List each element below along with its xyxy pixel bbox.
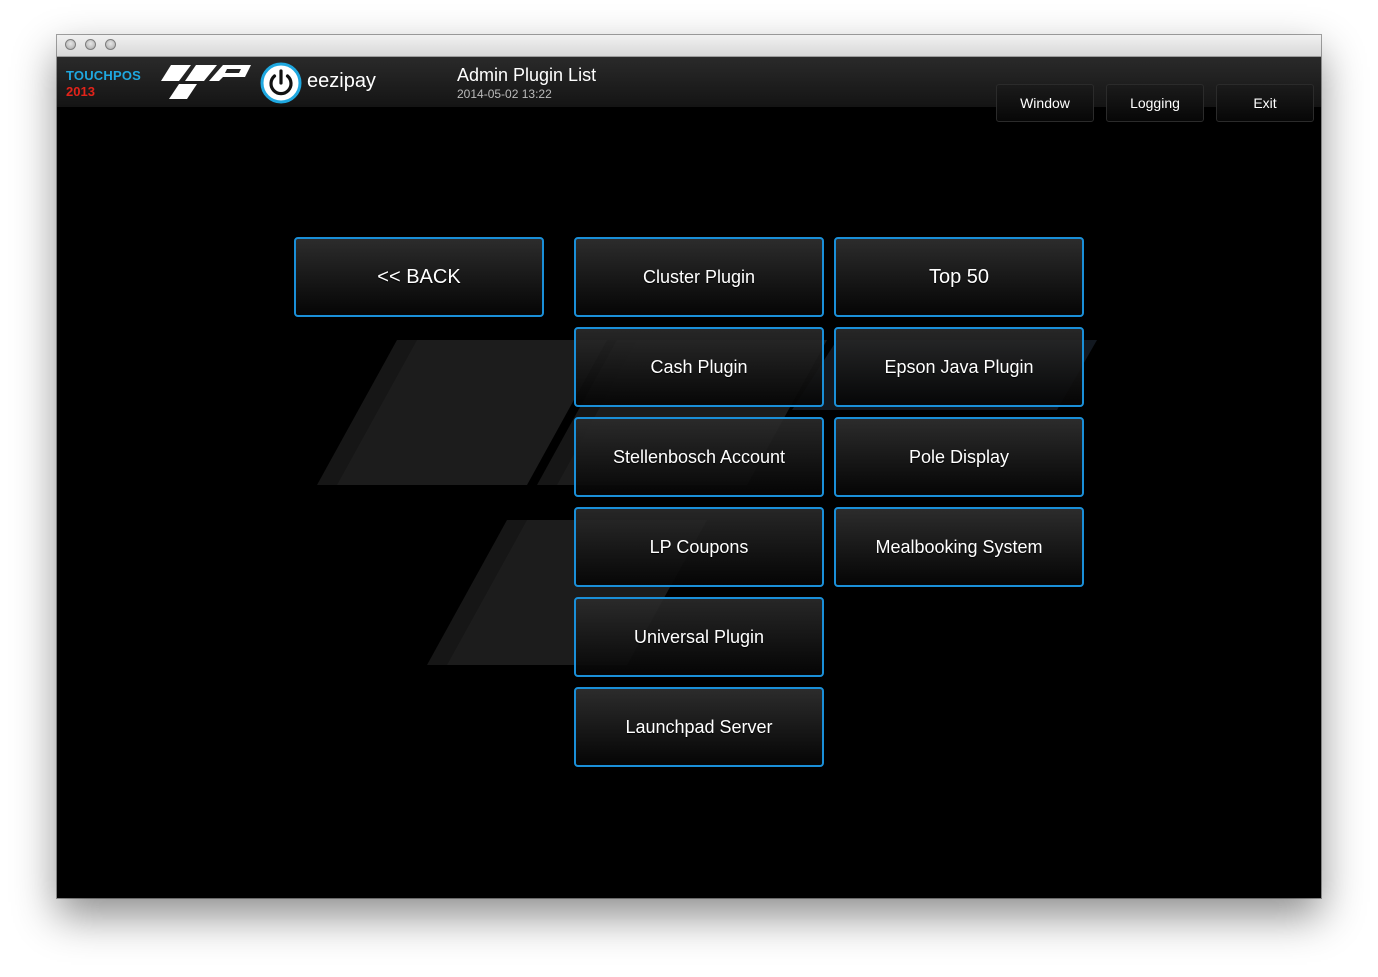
logging-button[interactable]: Logging [1106,84,1204,122]
tp-logo-icon [161,65,251,99]
plugin-button[interactable]: Stellenbosch Account [574,417,824,497]
window-minimize-control[interactable] [85,39,96,50]
plugin-button[interactable]: Epson Java Plugin [834,327,1084,407]
eezipay-wordmark: eezipay [307,70,376,92]
power-icon [260,62,302,104]
page-timestamp: 2014-05-02 13:22 [457,87,552,101]
plugin-button[interactable]: Pole Display [834,417,1084,497]
brand-year: 2013 [66,84,95,99]
plugin-button[interactable]: Mealbooking System [834,507,1084,587]
window-button[interactable]: Window [996,84,1094,122]
brand-name: TOUCHPOS [66,68,142,83]
plugin-button[interactable]: Top 50 [834,237,1084,317]
page-title: Admin Plugin List [457,65,597,85]
plugin-button[interactable]: Universal Plugin [574,597,824,677]
app-window: TOUCHPOS 2013 eezipay Admin Plugin List … [57,35,1321,898]
window-titlebar [57,35,1321,57]
window-close-control[interactable] [65,39,76,50]
plugin-button[interactable]: Cluster Plugin [574,237,824,317]
window-zoom-control[interactable] [105,39,116,50]
exit-button[interactable]: Exit [1216,84,1314,122]
plugin-button[interactable]: Launchpad Server [574,687,824,767]
plugin-button[interactable]: Cash Plugin [574,327,824,407]
app-header: TOUCHPOS 2013 eezipay Admin Plugin List … [57,57,1321,122]
plugin-button[interactable]: LP Coupons [574,507,824,587]
back-button[interactable]: << BACK [294,237,544,317]
